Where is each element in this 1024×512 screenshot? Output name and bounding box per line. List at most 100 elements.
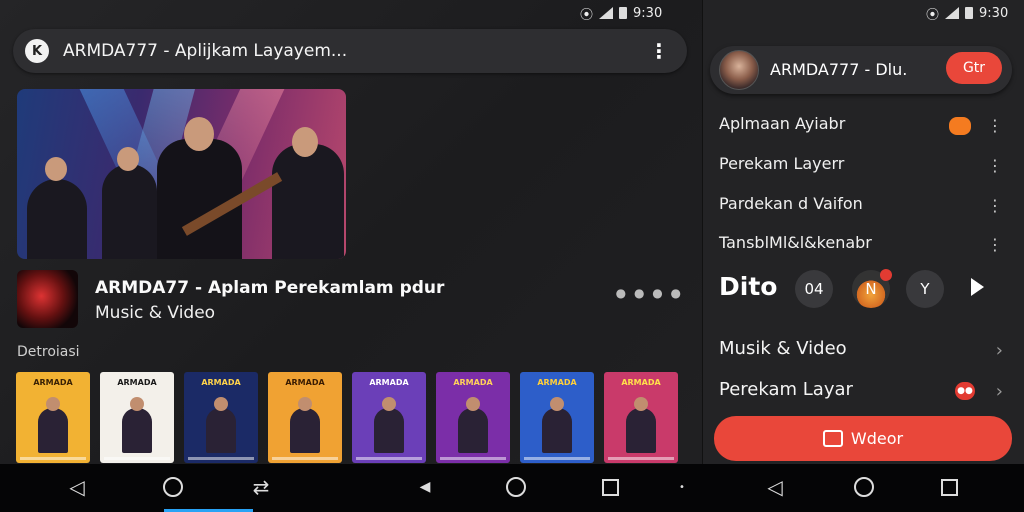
play-icon[interactable] xyxy=(971,278,984,296)
track-title: ARMDA77 - Aplam Perekamlam pdur xyxy=(95,278,445,298)
system-nav-bar: ◁ ⇄ ◀ • ◁ xyxy=(0,464,1024,512)
vibrate-icon: ⦿ xyxy=(580,7,594,23)
album-card-strip xyxy=(104,457,170,460)
vibrate-icon: ⦿ xyxy=(926,7,940,23)
controls-label: Dito xyxy=(719,272,778,301)
album-card-caption: ARMADA xyxy=(621,378,661,387)
album-card[interactable]: ARMADA xyxy=(184,372,258,463)
kebab-icon[interactable]: ⋮ xyxy=(987,116,1003,135)
kebab-icon[interactable]: ⋮ xyxy=(987,156,1003,175)
band-member xyxy=(27,179,87,259)
skip-button[interactable]: 04 xyxy=(795,270,833,308)
menu-item[interactable]: Perekam Layerr ⋮ xyxy=(719,154,1009,184)
kebab-icon[interactable]: ⋮ xyxy=(987,196,1003,215)
menu-item-label: Aplmaan Ayiabr xyxy=(719,114,846,133)
album-card-figure-head xyxy=(46,397,60,411)
band-member-head xyxy=(117,147,139,171)
album-card-figure xyxy=(122,408,152,453)
video-icon xyxy=(822,430,843,447)
album-card-figure xyxy=(458,408,488,453)
chat-badge-icon xyxy=(949,117,971,135)
overflow-menu-icon[interactable]: ⋮ xyxy=(649,39,669,63)
link-label: Musik & Video xyxy=(719,338,847,359)
back-nav-icon[interactable]: ◀ xyxy=(414,476,436,498)
shuffle-button[interactable]: Y xyxy=(906,270,944,308)
album-card-caption: ARMADA xyxy=(117,378,157,387)
signal-icon xyxy=(945,7,960,19)
album-card-strip xyxy=(524,457,590,460)
more-dots-icon[interactable]: ● ● ● ● xyxy=(616,286,683,300)
dot-icon: • xyxy=(679,481,685,493)
record-button[interactable]: N xyxy=(852,269,892,308)
album-card-figure xyxy=(38,408,68,453)
back-icon[interactable]: K xyxy=(25,39,49,63)
album-card-figure-head xyxy=(634,397,648,411)
menu-item[interactable]: Aplmaan Ayiabr ⋮ xyxy=(719,114,1009,144)
signal-icon xyxy=(599,7,614,19)
record-badge-icon: ●● xyxy=(955,382,975,400)
album-card-figure-head xyxy=(382,397,396,411)
status-time: 9:30 xyxy=(633,5,663,21)
record-button-label: N xyxy=(865,280,877,298)
recents-nav-icon[interactable] xyxy=(938,476,960,498)
album-card-figure xyxy=(374,408,404,453)
album-card[interactable]: ARMADA xyxy=(436,372,510,463)
album-card-strip xyxy=(20,457,86,460)
status-time: 9:30 xyxy=(979,5,1009,21)
album-card-figure xyxy=(542,408,572,453)
album-card-figure-head xyxy=(130,397,144,411)
chevron-right-icon: › xyxy=(995,381,1003,402)
menu-item[interactable]: Pardekan d Vaifon ⋮ xyxy=(719,194,1009,224)
album-card-strip xyxy=(608,457,674,460)
avatar[interactable] xyxy=(719,50,759,90)
band-member-head xyxy=(184,117,214,151)
profile-action-button[interactable]: Gtr xyxy=(946,52,1002,84)
album-art-icon xyxy=(17,270,78,328)
album-card-figure xyxy=(626,408,656,453)
album-card-caption: ARMADA xyxy=(453,378,493,387)
home-nav-icon[interactable] xyxy=(853,476,875,498)
album-card-caption: ARMADA xyxy=(285,378,325,387)
album-card-figure-head xyxy=(214,397,228,411)
link-item[interactable]: Perekam Layar ●● › xyxy=(719,379,1009,409)
album-card-caption: ARMADA xyxy=(33,378,73,387)
link-label: Perekam Layar xyxy=(719,379,853,400)
profile-card[interactable]: ARMDA777 - Dlu. Gtr xyxy=(710,46,1012,94)
album-card[interactable]: ARMADA xyxy=(520,372,594,463)
status-bar-left: ⦿ 9:30 xyxy=(580,3,662,23)
album-card[interactable]: ARMADA xyxy=(352,372,426,463)
rotate-icon[interactable]: ⇄ xyxy=(250,475,272,499)
album-card[interactable]: ARMADA xyxy=(604,372,678,463)
album-card-strip xyxy=(356,457,422,460)
menu-item[interactable]: TansblMl&l&kenabr ⋮ xyxy=(719,233,1009,263)
album-card-figure-head xyxy=(466,397,480,411)
album-card[interactable]: ARMADA xyxy=(100,372,174,463)
video-button[interactable]: Wdeor xyxy=(714,416,1012,461)
status-bar-right: ⦿ 9:30 xyxy=(926,3,1008,23)
back-nav-icon[interactable]: ◁ xyxy=(66,475,88,499)
track-subtitle: Music & Video xyxy=(95,303,216,323)
back-nav-icon[interactable]: ◁ xyxy=(764,475,786,499)
album-card-figure-head xyxy=(550,397,564,411)
track-info[interactable]: ARMDA77 - Aplam Perekamlam pdur Music & … xyxy=(17,270,687,330)
album-card[interactable]: ARMADA xyxy=(268,372,342,463)
album-card-strip xyxy=(440,457,506,460)
url-bar[interactable]: K ARMDA777 - Aplijkam Layayem... ⋮ xyxy=(13,29,687,73)
home-nav-icon[interactable] xyxy=(162,476,184,498)
kebab-icon[interactable]: ⋮ xyxy=(987,235,1003,254)
album-card-caption: ARMADA xyxy=(201,378,241,387)
hero-video-thumbnail[interactable] xyxy=(17,89,346,259)
album-card-strip xyxy=(188,457,254,460)
section-label: Detroiasi xyxy=(17,344,80,360)
band-member-head xyxy=(45,157,67,181)
album-card-row: ARMADA ARMADA ARMADA ARMADA ARMADA ARMADA ARMA… xyxy=(16,372,678,463)
home-nav-icon[interactable] xyxy=(505,476,527,498)
band-member-head xyxy=(292,127,318,157)
recents-nav-icon[interactable] xyxy=(599,476,621,498)
album-card-figure xyxy=(206,408,236,453)
album-card[interactable]: ARMADA xyxy=(16,372,90,463)
video-button-label: Wdeor xyxy=(850,429,904,448)
menu-item-label: TansblMl&l&kenabr xyxy=(719,233,872,252)
link-item[interactable]: Musik & Video › xyxy=(719,338,1009,368)
battery-icon xyxy=(965,7,974,19)
